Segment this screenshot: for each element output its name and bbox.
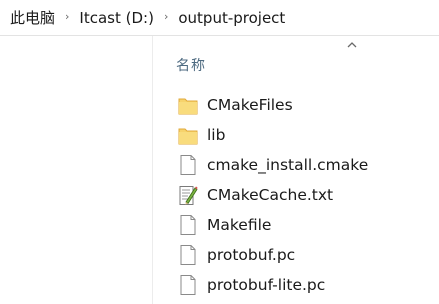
file-name: Makefile	[207, 216, 272, 234]
file-icon	[178, 244, 198, 266]
file-row-protobuf-lite-pc[interactable]: protobuf-lite.pc	[178, 272, 325, 298]
file-row-lib[interactable]: lib	[178, 122, 225, 148]
breadcrumb-separator-icon[interactable]: ›	[164, 10, 168, 23]
address-bar[interactable]: 此电脑 › Itcast (D:) › output-project	[0, 0, 439, 36]
breadcrumb-separator-icon[interactable]: ›	[65, 10, 69, 23]
file-name: protobuf.pc	[207, 246, 296, 264]
breadcrumb-this-pc[interactable]: 此电脑	[10, 7, 55, 28]
breadcrumb-output-project[interactable]: output-project	[178, 9, 285, 27]
file-icon	[178, 154, 198, 176]
file-name: cmake_install.cmake	[207, 156, 369, 174]
file-name: protobuf-lite.pc	[207, 276, 326, 294]
folder-icon	[178, 124, 198, 146]
file-row-protobuf-pc[interactable]: protobuf.pc	[178, 242, 295, 268]
file-name: lib	[207, 126, 226, 144]
sort-ascending-icon	[344, 37, 360, 51]
file-row-cmake-install[interactable]: cmake_install.cmake	[178, 152, 368, 178]
file-name: CMakeFiles	[207, 96, 293, 114]
folder-icon	[178, 94, 198, 116]
file-icon	[178, 214, 198, 236]
file-name: CMakeCache.txt	[207, 186, 334, 204]
breadcrumb-drive-d[interactable]: Itcast (D:)	[79, 9, 154, 27]
file-row-cmakefiles[interactable]: CMakeFiles	[178, 92, 293, 118]
text-document-icon	[178, 184, 198, 206]
file-row-makefile[interactable]: Makefile	[178, 212, 271, 238]
file-row-cmakecache[interactable]: CMakeCache.txt	[178, 182, 333, 208]
name-column-header[interactable]: 名称	[176, 55, 206, 75]
file-icon	[178, 274, 198, 296]
navigation-pane[interactable]	[0, 36, 152, 304]
pane-divider[interactable]	[152, 36, 153, 304]
